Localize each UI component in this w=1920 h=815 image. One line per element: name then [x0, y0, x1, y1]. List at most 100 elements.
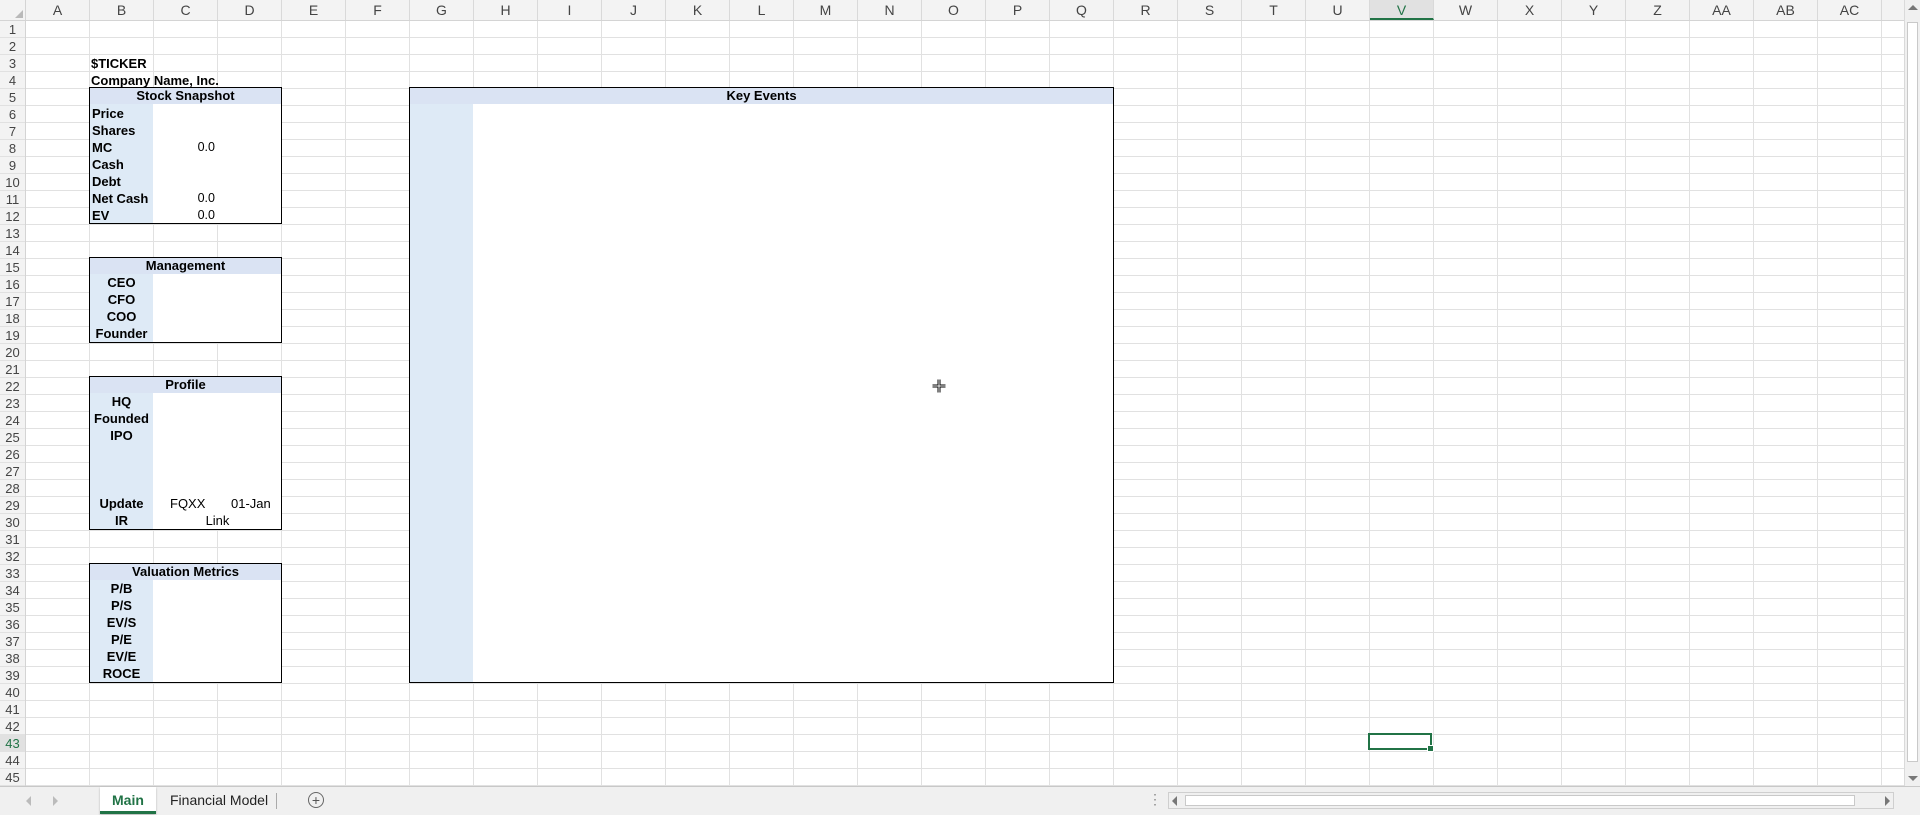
- row-header-37[interactable]: 37: [0, 633, 25, 650]
- select-all-corner[interactable]: [0, 0, 26, 20]
- row-header-24[interactable]: 24: [0, 412, 25, 429]
- vertical-scroll-thumb[interactable]: [1907, 22, 1918, 762]
- row-header-23[interactable]: 23: [0, 395, 25, 412]
- row-header-26[interactable]: 26: [0, 446, 25, 463]
- row-header-7[interactable]: 7: [0, 123, 25, 140]
- column-header-t[interactable]: T: [1242, 0, 1306, 20]
- row-header-20[interactable]: 20: [0, 344, 25, 361]
- column-header-i[interactable]: I: [538, 0, 602, 20]
- column-header-l[interactable]: L: [730, 0, 794, 20]
- column-header-p[interactable]: P: [986, 0, 1050, 20]
- row-header-36[interactable]: 36: [0, 616, 25, 633]
- row-header-6[interactable]: 6: [0, 106, 25, 123]
- sheet-tab-main[interactable]: Main: [100, 787, 156, 814]
- row-header-34[interactable]: 34: [0, 582, 25, 599]
- column-header-d[interactable]: D: [218, 0, 282, 20]
- row-header-33[interactable]: 33: [0, 565, 25, 582]
- row-header-22[interactable]: 22: [0, 378, 25, 395]
- column-header-v[interactable]: V: [1370, 0, 1434, 20]
- row-header-25[interactable]: 25: [0, 429, 25, 446]
- row-header-21[interactable]: 21: [0, 361, 25, 378]
- row-header-10[interactable]: 10: [0, 174, 25, 191]
- row-header-42[interactable]: 42: [0, 718, 25, 735]
- column-header-ac[interactable]: AC: [1818, 0, 1882, 20]
- column-header-k[interactable]: K: [666, 0, 730, 20]
- prev-sheet-icon[interactable]: [26, 796, 31, 806]
- snapshot-value-ev[interactable]: 0.0: [154, 207, 215, 224]
- column-header-f[interactable]: F: [346, 0, 410, 20]
- ticker-cell[interactable]: $TICKER: [91, 55, 147, 72]
- row-header-4[interactable]: 4: [0, 72, 25, 89]
- column-header-m[interactable]: M: [794, 0, 858, 20]
- profile-update-quarter[interactable]: FQXX: [170, 495, 205, 512]
- row-header-17[interactable]: 17: [0, 293, 25, 310]
- row-header-8[interactable]: 8: [0, 140, 25, 157]
- column-header-x[interactable]: X: [1498, 0, 1562, 20]
- column-header-o[interactable]: O: [922, 0, 986, 20]
- row-header-45[interactable]: 45: [0, 769, 25, 786]
- row-header-12[interactable]: 12: [0, 208, 25, 225]
- column-header-ab[interactable]: AB: [1754, 0, 1818, 20]
- column-header-s[interactable]: S: [1178, 0, 1242, 20]
- row-header-44[interactable]: 44: [0, 752, 25, 769]
- row-header-28[interactable]: 28: [0, 480, 25, 497]
- more-options-icon[interactable]: ⋮: [1148, 791, 1162, 808]
- row-header-16[interactable]: 16: [0, 276, 25, 293]
- row-header-19[interactable]: 19: [0, 327, 25, 344]
- cell-grid[interactable]: $TICKER Company Name, Inc. Stock Snapsho…: [26, 21, 1904, 786]
- scroll-up-icon[interactable]: [1908, 5, 1918, 10]
- column-header-q[interactable]: Q: [1050, 0, 1114, 20]
- column-header-r[interactable]: R: [1114, 0, 1178, 20]
- next-sheet-icon[interactable]: [53, 796, 58, 806]
- scroll-right-icon[interactable]: [1885, 796, 1890, 806]
- column-header-j[interactable]: J: [602, 0, 666, 20]
- add-sheet-icon[interactable]: +: [308, 792, 324, 808]
- snapshot-value-mc[interactable]: 0.0: [154, 139, 215, 156]
- row-header-3[interactable]: 3: [0, 55, 25, 72]
- profile-ir-link[interactable]: Link: [154, 512, 281, 529]
- key-events-table: Key Events: [409, 87, 1114, 683]
- row-header-5[interactable]: 5: [0, 89, 25, 106]
- sheet-tab-financial-model[interactable]: Financial Model: [158, 787, 280, 814]
- row-header-29[interactable]: 29: [0, 497, 25, 514]
- row-header-14[interactable]: 14: [0, 242, 25, 259]
- column-header-w[interactable]: W: [1434, 0, 1498, 20]
- vertical-scrollbar[interactable]: [1904, 0, 1920, 786]
- horizontal-scrollbar[interactable]: [1168, 792, 1894, 809]
- row-header-2[interactable]: 2: [0, 38, 25, 55]
- row-header-30[interactable]: 30: [0, 514, 25, 531]
- column-header-e[interactable]: E: [282, 0, 346, 20]
- row-header-39[interactable]: 39: [0, 667, 25, 684]
- column-header-b[interactable]: B: [90, 0, 154, 20]
- row-header-13[interactable]: 13: [0, 225, 25, 242]
- column-header-g[interactable]: G: [410, 0, 474, 20]
- row-header-31[interactable]: 31: [0, 531, 25, 548]
- row-header-9[interactable]: 9: [0, 157, 25, 174]
- row-header-35[interactable]: 35: [0, 599, 25, 616]
- column-header-z[interactable]: Z: [1626, 0, 1690, 20]
- row-header-41[interactable]: 41: [0, 701, 25, 718]
- snapshot-label-mc: MC: [92, 140, 113, 155]
- row-header-15[interactable]: 15: [0, 259, 25, 276]
- row-header-27[interactable]: 27: [0, 463, 25, 480]
- row-header-43[interactable]: 43: [0, 735, 25, 752]
- profile-update-date[interactable]: 01-Jan: [231, 495, 271, 512]
- row-header-38[interactable]: 38: [0, 650, 25, 667]
- row-header-1[interactable]: 1: [0, 21, 25, 38]
- column-header-a[interactable]: A: [26, 0, 90, 20]
- column-header-y[interactable]: Y: [1562, 0, 1626, 20]
- row-header-18[interactable]: 18: [0, 310, 25, 327]
- row-header-32[interactable]: 32: [0, 548, 25, 565]
- column-header-n[interactable]: N: [858, 0, 922, 20]
- scroll-left-icon[interactable]: [1172, 796, 1177, 806]
- column-header-u[interactable]: U: [1306, 0, 1370, 20]
- row-header-40[interactable]: 40: [0, 684, 25, 701]
- column-header-h[interactable]: H: [474, 0, 538, 20]
- active-cell-selection[interactable]: [1368, 733, 1434, 752]
- scroll-down-icon[interactable]: [1908, 776, 1918, 781]
- snapshot-value-net-cash[interactable]: 0.0: [154, 190, 215, 207]
- row-header-11[interactable]: 11: [0, 191, 25, 208]
- column-header-c[interactable]: C: [154, 0, 218, 20]
- horizontal-scroll-thumb[interactable]: [1185, 795, 1855, 806]
- column-header-aa[interactable]: AA: [1690, 0, 1754, 20]
